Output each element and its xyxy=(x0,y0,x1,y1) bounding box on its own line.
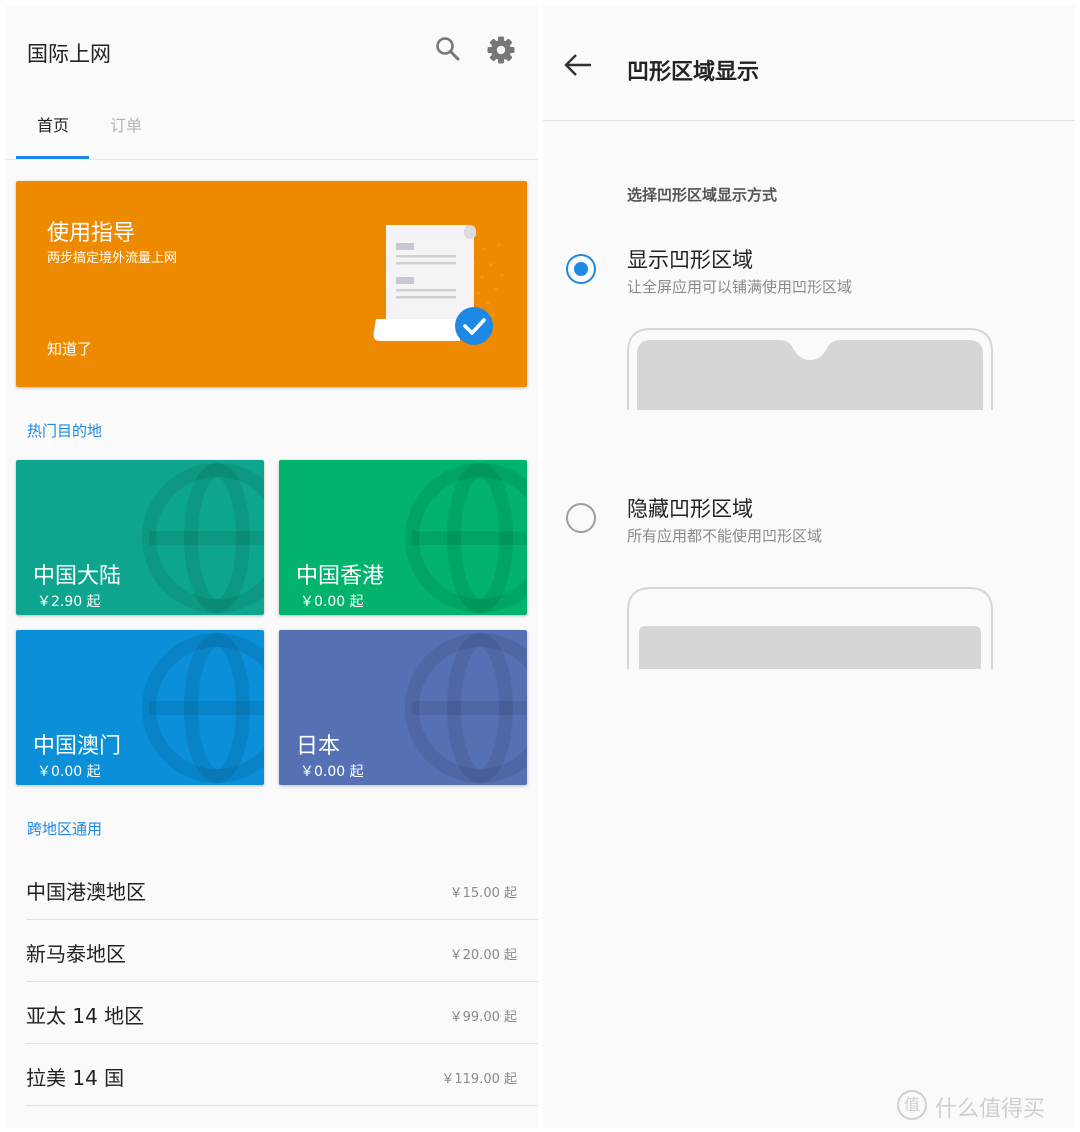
notch-hidden-illustration xyxy=(627,587,993,669)
globe-icon xyxy=(405,633,527,783)
radio-hide-notch[interactable] xyxy=(566,503,596,533)
globe-icon xyxy=(142,633,264,783)
gear-icon[interactable] xyxy=(486,35,516,65)
search-icon[interactable] xyxy=(434,35,462,63)
option-title: 显示凹形区域 xyxy=(627,248,753,272)
cross-region-label: 跨地区通用 xyxy=(27,820,103,838)
section-header: 选择凹形区域显示方式 xyxy=(627,186,778,204)
popular-destinations-label: 热门目的地 xyxy=(27,422,103,440)
guide-title: 使用指导 xyxy=(47,221,136,246)
destination-price: ￥0.00 起 xyxy=(300,764,364,780)
region-row[interactable]: 中国港澳地区 ￥15.00 起 xyxy=(26,858,538,920)
destination-card-hongkong[interactable]: 中国香港 ￥0.00 起 xyxy=(279,460,527,615)
region-price: ￥15.00 起 xyxy=(449,886,517,901)
globe-icon xyxy=(405,463,527,613)
destination-name: 中国大陆 xyxy=(33,564,122,589)
got-it-button[interactable]: 知道了 xyxy=(47,338,92,359)
region-row[interactable]: 新马泰地区 ￥20.00 起 xyxy=(26,920,538,982)
region-row[interactable]: 亚太 14 地区 ￥99.00 起 xyxy=(26,982,538,1044)
tab-bar: 首页 订单 xyxy=(6,100,538,160)
region-price: ￥99.00 起 xyxy=(449,1010,517,1025)
app-title: 国际上网 xyxy=(27,42,111,66)
destination-name: 中国澳门 xyxy=(33,734,122,759)
watermark-badge: 值 xyxy=(897,1090,927,1120)
watermark-text: 什么值得买 xyxy=(935,1097,1046,1122)
region-name: 拉美 14 国 xyxy=(26,1066,125,1090)
destination-card-macau[interactable]: 中国澳门 ￥0.00 起 xyxy=(16,630,264,785)
watermark: 值 什么值得买 xyxy=(897,1088,1067,1122)
option-subtitle: 让全屏应用可以铺满使用凹形区域 xyxy=(627,278,853,296)
document-check-illustration xyxy=(373,225,504,345)
region-name: 新马泰地区 xyxy=(26,942,126,966)
option-title: 隐藏凹形区域 xyxy=(627,497,753,521)
globe-icon xyxy=(142,463,264,613)
notch-shown-illustration xyxy=(627,328,993,410)
destination-price: ￥0.00 起 xyxy=(300,594,364,610)
usage-guide-card: 使用指导 两步搞定境外流量上网 知道了 xyxy=(16,181,527,387)
active-tab-indicator xyxy=(16,156,89,159)
guide-subtitle: 两步搞定境外流量上网 xyxy=(47,251,178,266)
international-internet-screen: 国际上网 首页 订单 使用指导 两步搞定境外流量上网 知道了 热门目的地 中国大… xyxy=(6,6,538,1128)
region-price: ￥119.00 起 xyxy=(441,1072,517,1087)
destination-name: 日本 xyxy=(296,734,341,759)
destination-card-japan[interactable]: 日本 ￥0.00 起 xyxy=(279,630,527,785)
back-arrow-icon[interactable] xyxy=(563,52,593,78)
notch-display-settings-screen: 凹形区域显示 选择凹形区域显示方式 显示凹形区域 让全屏应用可以铺满使用凹形区域… xyxy=(543,6,1075,1128)
destination-price: ￥0.00 起 xyxy=(37,764,101,780)
option-subtitle: 所有应用都不能使用凹形区域 xyxy=(627,527,823,545)
page-title: 凹形区域显示 xyxy=(627,60,760,85)
region-row[interactable]: 拉美 14 国 ￥119.00 起 xyxy=(26,1044,538,1106)
radio-show-notch[interactable] xyxy=(566,254,596,284)
region-name: 中国港澳地区 xyxy=(26,880,146,904)
destination-price: ￥2.90 起 xyxy=(37,594,101,610)
region-name: 亚太 14 地区 xyxy=(26,1004,145,1028)
tab-home[interactable]: 首页 xyxy=(37,112,69,136)
destination-name: 中国香港 xyxy=(296,564,385,589)
destination-card-mainland[interactable]: 中国大陆 ￥2.90 起 xyxy=(16,460,264,615)
region-price: ￥20.00 起 xyxy=(449,948,517,963)
header-divider xyxy=(543,120,1075,121)
tab-orders[interactable]: 订单 xyxy=(110,112,142,136)
